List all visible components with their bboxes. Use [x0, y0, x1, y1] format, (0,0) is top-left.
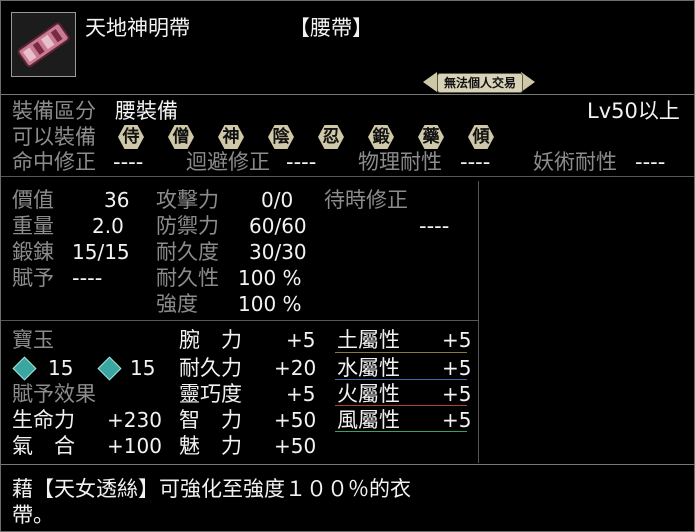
attack-label: 攻擊力	[156, 188, 219, 212]
earth-element-value: +5	[442, 328, 472, 352]
price-value: 36	[104, 188, 130, 212]
jewel-label: 寶玉	[12, 328, 54, 352]
item-type: 【腰帶】	[289, 16, 373, 40]
effects-label: 賦予效果	[12, 382, 96, 406]
effect-label: 生命力	[12, 408, 75, 432]
item-name: 天地神明帶	[85, 16, 190, 40]
strength-label: 強度	[156, 292, 198, 316]
wind-element-label: 風屬性	[337, 408, 400, 432]
grant-value: ----	[72, 266, 103, 290]
category-value: 腰裝備	[115, 99, 178, 123]
class-badge: 傾	[464, 125, 498, 149]
wind-element-value: +5	[442, 408, 472, 432]
defense-label: 防禦力	[156, 214, 219, 238]
class-badge: 神	[214, 125, 248, 149]
weight-label: 重量	[12, 214, 54, 238]
durability-rate-label: 耐久性	[156, 266, 219, 290]
durability-label: 耐久度	[156, 240, 219, 264]
divider	[1, 176, 694, 177]
durability-rate-value: 100 %	[238, 266, 302, 290]
magic-resist-value: ----	[635, 150, 666, 174]
water-underline	[335, 379, 467, 380]
weight-value: 2.0	[92, 214, 124, 238]
effect-label: 氣 合	[12, 434, 75, 458]
effect-label: 智 力	[179, 408, 242, 432]
strength-value: 100 %	[238, 292, 302, 316]
effect-value: +5	[286, 382, 316, 406]
jewel-slot-value: 15	[48, 356, 74, 380]
jewel-slot-value: 15	[130, 356, 156, 380]
effect-value: +50	[274, 408, 317, 432]
defense-value: 60/60	[249, 214, 307, 238]
class-badge: 鍛	[364, 125, 398, 149]
description-line-1: 藉【天女透絲】可強化至強度１００％的衣	[12, 477, 411, 501]
earth-underline	[335, 352, 467, 353]
class-badge: 侍	[114, 125, 148, 149]
category-label: 裝備區分	[12, 99, 96, 123]
hit-mod-value: ----	[113, 150, 144, 174]
effect-value: +20	[274, 356, 317, 380]
phys-resist-value: ----	[460, 150, 491, 174]
earth-element-label: 土屬性	[337, 328, 400, 352]
wind-underline	[335, 431, 467, 432]
magic-resist-label: 妖術耐性	[533, 150, 617, 174]
forge-label: 鍛錬	[12, 240, 54, 264]
evade-mod-value: ----	[286, 150, 317, 174]
fire-element-label: 火屬性	[337, 382, 400, 406]
description-line-2: 帶。	[12, 503, 54, 527]
effect-value: +100	[107, 434, 162, 458]
no-trade-label: 無法個人交易	[437, 73, 523, 93]
gem-icon	[12, 356, 37, 381]
class-badge: 忍	[314, 125, 348, 149]
gem-icon	[97, 356, 122, 381]
usable-label: 可以裝備	[12, 125, 96, 149]
phys-resist-label: 物理耐性	[358, 150, 442, 174]
class-badge: 僧	[164, 125, 198, 149]
fire-underline	[335, 405, 467, 406]
effect-value: +50	[274, 434, 317, 458]
water-element-value: +5	[442, 356, 472, 380]
divider	[1, 94, 694, 95]
level-requirement: Lv50以上	[587, 99, 680, 123]
item-icon	[11, 12, 76, 77]
evade-mod-label: 迴避修正	[186, 150, 270, 174]
forge-value: 15/15	[72, 240, 130, 264]
wait-value: ----	[419, 214, 450, 238]
wait-label: 待時修正	[324, 188, 408, 212]
class-badge: 陰	[264, 125, 298, 149]
effect-label: 耐久力	[179, 356, 242, 380]
price-label: 價值	[12, 188, 54, 212]
attack-value: 0/0	[261, 188, 294, 212]
effect-label: 魅 力	[179, 434, 242, 458]
class-badge: 藥	[414, 125, 448, 149]
effect-label: 腕 力	[179, 328, 242, 352]
divider	[1, 464, 694, 465]
water-element-label: 水屬性	[337, 356, 400, 380]
effect-value: +5	[286, 328, 316, 352]
divider	[1, 320, 478, 321]
effect-value: +230	[107, 408, 162, 432]
durability-value: 30/30	[249, 240, 307, 264]
column-divider	[478, 181, 479, 463]
grant-label: 賦予	[12, 266, 54, 290]
fire-element-value: +5	[442, 382, 472, 406]
hit-mod-label: 命中修正	[12, 150, 96, 174]
item-tooltip-panel: 天地神明帶 【腰帶】 無法個人交易 裝備區分 腰裝備 Lv50以上 可以裝備 侍…	[0, 0, 695, 532]
effect-label: 靈巧度	[179, 382, 242, 406]
no-trade-badge: 無法個人交易	[423, 69, 535, 95]
